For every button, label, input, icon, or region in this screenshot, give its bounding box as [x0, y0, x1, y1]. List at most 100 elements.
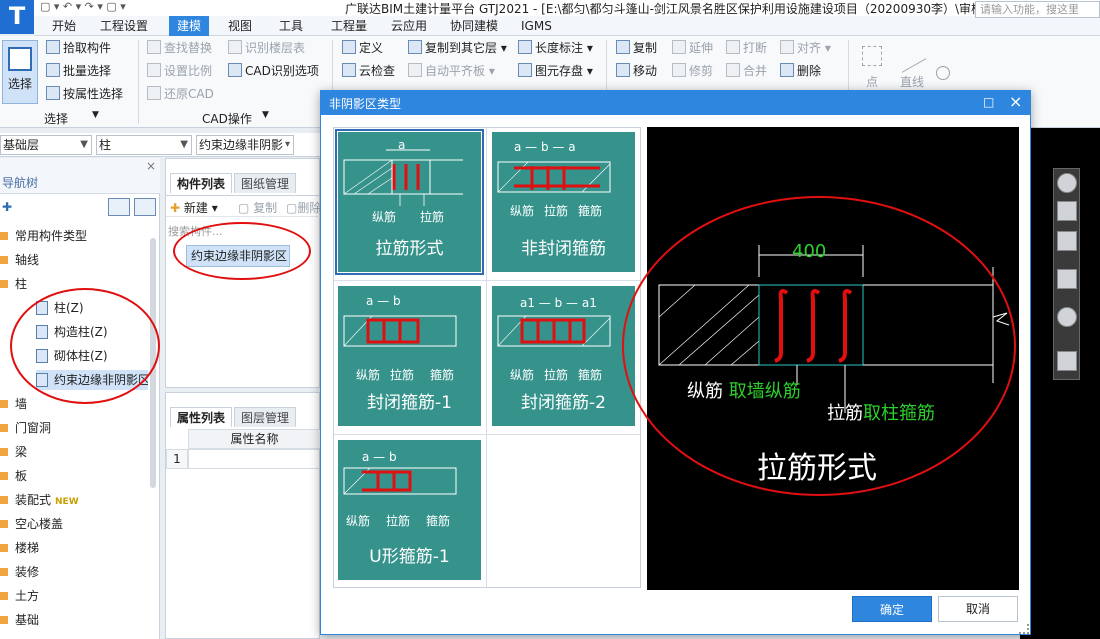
copy-button[interactable]: 复制 [616, 38, 657, 58]
tree-item-decoration[interactable]: 装修 [0, 562, 39, 582]
tile-dim-label: a1 — b — a1 [520, 296, 597, 310]
tree-item-earthwork[interactable]: 土方 [0, 586, 39, 606]
delete-component-button[interactable]: ▢删除 [286, 199, 320, 216]
folder-icon [0, 592, 8, 600]
tab-drawing-management[interactable]: 图纸管理 [234, 173, 297, 193]
select-button[interactable]: 选择 [2, 40, 38, 104]
tree-item-beam[interactable]: 梁 [0, 442, 27, 462]
tree-item-column[interactable]: 柱 [0, 274, 27, 294]
tree-item-edge-non-shadow[interactable]: 约束边缘非阴影区 [36, 370, 148, 390]
menu-view[interactable]: 视图 [220, 16, 260, 36]
break-button[interactable]: 打断 [726, 38, 767, 58]
function-search-input[interactable]: 请输入功能，搜这里 [975, 1, 1100, 18]
tab-layer-management[interactable]: 图层管理 [234, 407, 297, 427]
point-draw-icon[interactable] [862, 46, 882, 66]
tile-label-longitudinal: 纵筋 [510, 368, 535, 382]
type-tile-closed-stirrup-1[interactable]: a — b 纵筋 拉筋 箍筋 封闭箍筋-1 [338, 286, 481, 426]
component-select[interactable]: 约束边缘非阴影 ▾ [196, 135, 294, 155]
tile-label-tie: 拉筋 [544, 204, 569, 218]
tree-item-prefab[interactable]: 装配式 NEW [0, 490, 79, 510]
resize-grip-icon[interactable] [1019, 624, 1029, 634]
menu-collab[interactable]: 协同建模 [442, 16, 506, 36]
property-row-cell[interactable] [188, 449, 321, 469]
category-select[interactable]: 柱 ▼ [96, 135, 192, 155]
new-component-button[interactable]: ✚ 新建 ▾ [170, 199, 218, 216]
cube-view-icon[interactable] [1057, 231, 1077, 251]
orbit-icon[interactable] [1057, 173, 1077, 193]
batch-select-button[interactable]: 批量选择 [46, 61, 111, 81]
maximize-icon[interactable]: □ [983, 95, 994, 109]
menu-start[interactable]: 开始 [44, 16, 84, 36]
cad-options-button[interactable]: CAD识别选项 [228, 61, 319, 81]
tree-item-structural-column[interactable]: 构造柱(Z) [36, 322, 108, 342]
close-icon[interactable]: × [1009, 92, 1022, 111]
type-tile-open-stirrup[interactable]: a — b — a 纵筋 拉筋 箍筋 非封闭箍筋 [492, 132, 635, 272]
menu-tools[interactable]: 工具 [271, 16, 311, 36]
detail-view-button[interactable] [134, 198, 156, 216]
find-replace-button[interactable]: 查找替换 [147, 38, 212, 58]
trim-button[interactable]: 修剪 [672, 61, 713, 81]
folder-icon [0, 496, 8, 504]
top-view-icon[interactable] [1057, 269, 1077, 289]
dialog-title-bar[interactable]: 非阴影区类型 □ × [321, 91, 1030, 115]
element-save-button[interactable]: 图元存盘 ▾ [518, 61, 593, 81]
preview-tie-label: 拉筋取柱箍筋 [827, 399, 935, 425]
move-button[interactable]: 移动 [616, 61, 657, 81]
tree-item-slab[interactable]: 板 [0, 466, 27, 486]
menu-project-settings[interactable]: 工程设置 [92, 16, 156, 36]
nav-scrollbar[interactable] [150, 238, 156, 488]
tab-component-list[interactable]: 构件列表 [170, 173, 233, 193]
identify-floor-table-button[interactable]: 识别楼层表 [228, 38, 305, 58]
tree-item-common-types[interactable]: 常用构件类型 [0, 226, 87, 246]
type-tile-u-stirrup-1[interactable]: a — b 纵筋 拉筋 箍筋 U形箍筋-1 [338, 440, 481, 580]
menu-modeling[interactable]: 建模 [169, 16, 210, 36]
menu-quantity[interactable]: 工程量 [323, 16, 375, 36]
menu-cloud[interactable]: 云应用 [383, 16, 435, 36]
tree-item-masonry-column[interactable]: 砌体柱(Z) [36, 346, 108, 366]
extend-button[interactable]: 延伸 [672, 38, 713, 58]
rotate-icon[interactable] [1057, 307, 1077, 327]
cad-icon [228, 63, 242, 77]
circle-draw-icon[interactable] [936, 66, 950, 80]
tree-item-column-z[interactable]: 柱(Z) [36, 298, 84, 318]
tree-item-hollow-floor[interactable]: 空心楼盖 [0, 514, 63, 534]
component-search-input[interactable]: 搜索构件... [168, 223, 223, 239]
align-button[interactable]: 对齐 ▾ [780, 38, 831, 58]
auto-level-slab-button[interactable]: 自动平齐板 ▾ [408, 61, 495, 81]
tree-item-openings[interactable]: 门窗洞 [0, 418, 51, 438]
select-by-property-button[interactable]: 按属性选择 [46, 84, 123, 104]
component-list-item[interactable]: 约束边缘非阴影区 [186, 245, 290, 267]
tab-property-list[interactable]: 属性列表 [170, 407, 233, 427]
tree-item-stairs[interactable]: 楼梯 [0, 538, 39, 558]
extend-icon [672, 40, 686, 54]
copy-to-floor-button[interactable]: 复制到其它层 ▾ [408, 38, 507, 58]
length-dimension-button[interactable]: 长度标注 ▾ [518, 38, 593, 58]
set-scale-button[interactable]: 设置比例 [147, 61, 212, 81]
delete-button[interactable]: 删除 [780, 61, 821, 81]
type-tile-closed-stirrup-2[interactable]: a1 — b — a1 纵筋 拉筋 箍筋 封闭箍筋-2 [492, 286, 635, 426]
select-group-dropdown-icon[interactable]: ▼ [92, 110, 99, 120]
grid-view-icon[interactable] [1057, 351, 1077, 371]
ok-button[interactable]: 确定 [852, 596, 932, 622]
copy-component-button[interactable]: ▢ 复制 [238, 199, 277, 216]
define-button[interactable]: 定义 [342, 38, 383, 58]
floor-select[interactable]: 基础层 ▼ [0, 135, 92, 155]
quick-access-toolbar[interactable]: ▢ ▾ ↶ ▾ ↷ ▾ ▢ ▾ [40, 0, 126, 13]
list-view-button[interactable] [108, 198, 130, 216]
pick-component-button[interactable]: 拾取构件 [46, 38, 111, 58]
type-tile-tie-bar[interactable]: a 纵筋 拉筋 拉筋形式 [335, 129, 484, 275]
cancel-button[interactable]: 取消 [938, 596, 1018, 622]
menu-igms[interactable]: IGMS [513, 16, 560, 36]
close-icon[interactable]: × [146, 159, 156, 173]
expand-all-icon[interactable]: ✚ [2, 200, 12, 214]
tree-item-foundation[interactable]: 基础 [0, 610, 39, 630]
app-logo-icon[interactable]: T [0, 0, 34, 34]
cad-group-dropdown-icon[interactable]: ▼ [262, 110, 269, 120]
tree-item-wall[interactable]: 墙 [0, 394, 27, 414]
tree-item-axis[interactable]: 轴线 [0, 250, 39, 270]
cloud-check-button[interactable]: 云检查 [342, 61, 395, 81]
restore-cad-button[interactable]: 还原CAD [147, 84, 214, 104]
merge-button[interactable]: 合并 [726, 61, 767, 81]
line-draw-icon[interactable] [902, 39, 926, 73]
view-3d-icon[interactable] [1057, 201, 1077, 221]
